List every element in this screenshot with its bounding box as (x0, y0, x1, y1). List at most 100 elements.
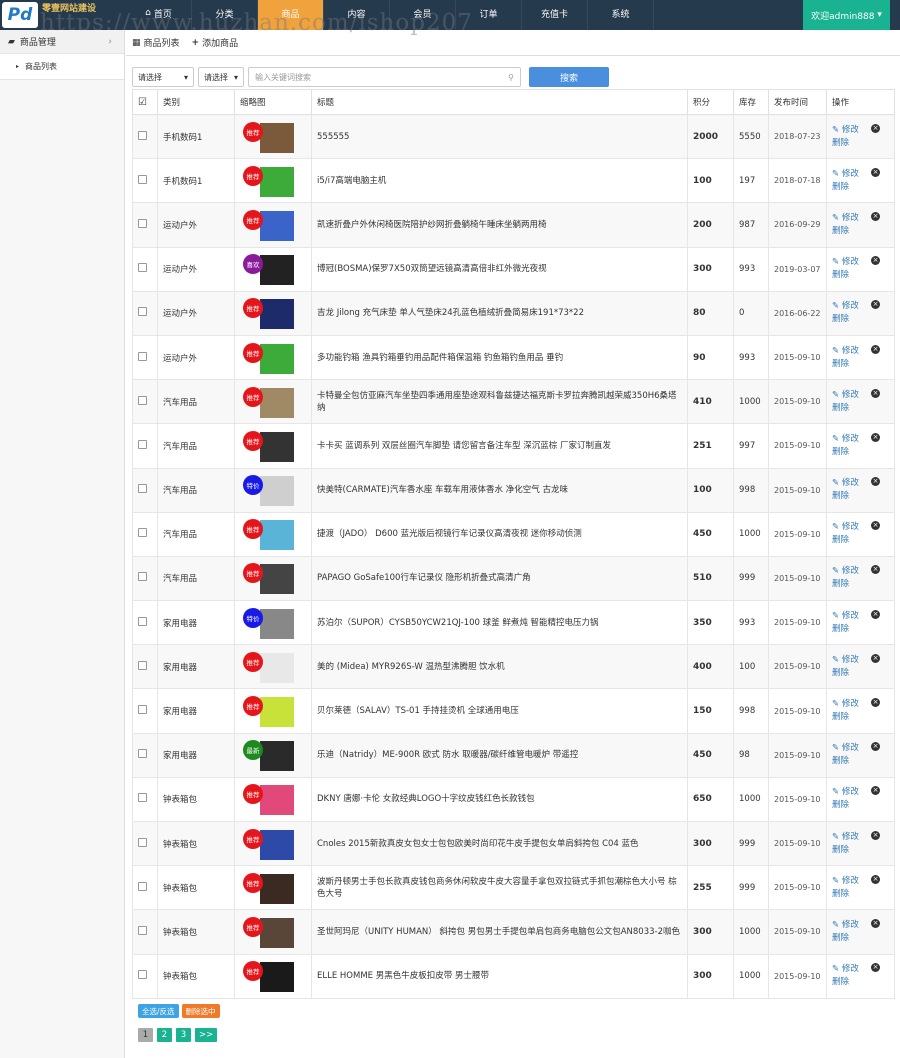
delete-button[interactable]: 删除 (832, 181, 894, 194)
close-icon[interactable]: × (871, 609, 880, 619)
close-icon[interactable]: × (871, 211, 880, 221)
row-checkbox[interactable] (138, 925, 147, 935)
row-checkbox[interactable] (138, 660, 147, 670)
delete-button[interactable]: 删除 (832, 269, 894, 282)
thumbnail[interactable]: 推荐 (240, 340, 294, 376)
nav-item-0[interactable]: ⌂ 首页 (126, 0, 192, 30)
row-checkbox[interactable] (138, 395, 147, 405)
row-checkbox[interactable] (138, 837, 147, 847)
delete-button[interactable]: 删除 (832, 711, 894, 724)
thumbnail[interactable]: 推荐 (240, 428, 294, 464)
thumbnail[interactable]: 推荐 (240, 914, 294, 950)
delete-button[interactable]: 删除 (832, 402, 894, 415)
search-input[interactable]: 输入关键词搜索 ⚲ (248, 67, 521, 87)
delete-button[interactable]: 删除 (832, 578, 894, 591)
close-icon[interactable]: × (871, 432, 880, 442)
user-menu[interactable]: 欢迎admin888 ▾ (803, 0, 890, 30)
edit-button[interactable]: ✎ 修改 (832, 477, 894, 490)
row-checkbox[interactable] (138, 130, 147, 140)
thumbnail[interactable]: 推荐 (240, 781, 294, 817)
row-checkbox[interactable] (138, 307, 147, 317)
edit-button[interactable]: ✎ 修改 (832, 124, 894, 137)
edit-button[interactable]: ✎ 修改 (832, 698, 894, 711)
nav-item-6[interactable]: 充值卡 (522, 0, 588, 30)
search-button[interactable]: 搜索 (529, 67, 609, 87)
close-icon[interactable]: × (871, 344, 880, 354)
thumbnail[interactable]: 推荐 (240, 163, 294, 199)
row-checkbox[interactable] (138, 705, 147, 715)
delete-button[interactable]: 删除 (832, 446, 894, 459)
row-checkbox[interactable] (138, 484, 147, 494)
tab-1[interactable]: + 添加商品 (192, 36, 239, 50)
row-checkbox[interactable] (138, 174, 147, 184)
delete-selected-button[interactable]: 删除选中 (181, 1004, 220, 1018)
close-icon[interactable]: × (871, 123, 880, 133)
logo[interactable]: Pd 零壹网站建设 (0, 0, 140, 30)
edit-button[interactable]: ✎ 修改 (832, 919, 894, 932)
edit-button[interactable]: ✎ 修改 (832, 654, 894, 667)
nav-item-7[interactable]: 系统 (588, 0, 654, 30)
delete-button[interactable]: 删除 (832, 667, 894, 680)
row-checkbox[interactable] (138, 881, 147, 891)
tab-0[interactable]: ▦ 商品列表 (132, 36, 180, 50)
row-checkbox[interactable] (138, 749, 147, 759)
thumbnail[interactable]: 推荐 (240, 958, 294, 994)
nav-item-5[interactable]: 订单 (456, 0, 522, 30)
edit-button[interactable]: ✎ 修改 (832, 433, 894, 446)
edit-button[interactable]: ✎ 修改 (832, 786, 894, 799)
delete-button[interactable]: 删除 (832, 755, 894, 768)
category-select[interactable]: 请选择 ▾ (132, 67, 194, 87)
delete-button[interactable]: 删除 (832, 490, 894, 503)
delete-button[interactable]: 删除 (832, 844, 894, 857)
edit-button[interactable]: ✎ 修改 (832, 389, 894, 402)
page-button-2[interactable]: 3 (176, 1028, 191, 1042)
page-button-0[interactable]: 1 (138, 1028, 153, 1042)
sidebar-group-goods[interactable]: ▰ 商品管理 › (0, 30, 124, 54)
row-checkbox[interactable] (138, 351, 147, 361)
row-checkbox[interactable] (138, 263, 147, 273)
delete-button[interactable]: 删除 (832, 932, 894, 945)
edit-button[interactable]: ✎ 修改 (832, 963, 894, 976)
delete-button[interactable]: 删除 (832, 799, 894, 812)
filter-select[interactable]: 请选择 ▾ (198, 67, 244, 87)
close-icon[interactable]: × (871, 653, 880, 663)
close-icon[interactable]: × (871, 918, 880, 928)
select-all-checkbox[interactable]: ☑ (132, 89, 158, 115)
thumbnail[interactable]: 推荐 (240, 516, 294, 552)
row-checkbox[interactable] (138, 616, 147, 626)
nav-item-1[interactable]: 分类 (192, 0, 258, 30)
edit-button[interactable]: ✎ 修改 (832, 565, 894, 578)
nav-item-2[interactable]: 商品 (258, 0, 324, 30)
edit-button[interactable]: ✎ 修改 (832, 300, 894, 313)
row-checkbox[interactable] (138, 970, 147, 980)
thumbnail[interactable]: 推荐 (240, 693, 294, 729)
thumbnail[interactable]: 喜欢 (240, 251, 294, 287)
delete-button[interactable]: 删除 (832, 225, 894, 238)
delete-button[interactable]: 删除 (832, 358, 894, 371)
edit-button[interactable]: ✎ 修改 (832, 212, 894, 225)
thumbnail[interactable]: 特价 (240, 472, 294, 508)
thumbnail[interactable]: 特价 (240, 605, 294, 641)
delete-button[interactable]: 删除 (832, 623, 894, 636)
delete-button[interactable]: 删除 (832, 888, 894, 901)
delete-button[interactable]: 删除 (832, 313, 894, 326)
row-checkbox[interactable] (138, 439, 147, 449)
sidebar-item-goods-list[interactable]: ▸ 商品列表 (0, 54, 124, 80)
close-icon[interactable]: × (871, 167, 880, 177)
edit-button[interactable]: ✎ 修改 (832, 256, 894, 269)
page-button-1[interactable]: 2 (157, 1028, 172, 1042)
nav-item-3[interactable]: 内容 (324, 0, 390, 30)
delete-button[interactable]: 删除 (832, 534, 894, 547)
close-icon[interactable]: × (871, 830, 880, 840)
edit-button[interactable]: ✎ 修改 (832, 742, 894, 755)
edit-button[interactable]: ✎ 修改 (832, 610, 894, 623)
row-checkbox[interactable] (138, 528, 147, 538)
thumbnail[interactable]: 推荐 (240, 295, 294, 331)
thumbnail[interactable]: 推荐 (240, 649, 294, 685)
delete-button[interactable]: 删除 (832, 976, 894, 989)
close-icon[interactable]: × (871, 388, 880, 398)
page-button-3[interactable]: >> (195, 1028, 218, 1042)
close-icon[interactable]: × (871, 874, 880, 884)
select-all-button[interactable]: 全选/反选 (138, 1004, 179, 1018)
row-checkbox[interactable] (138, 218, 147, 228)
